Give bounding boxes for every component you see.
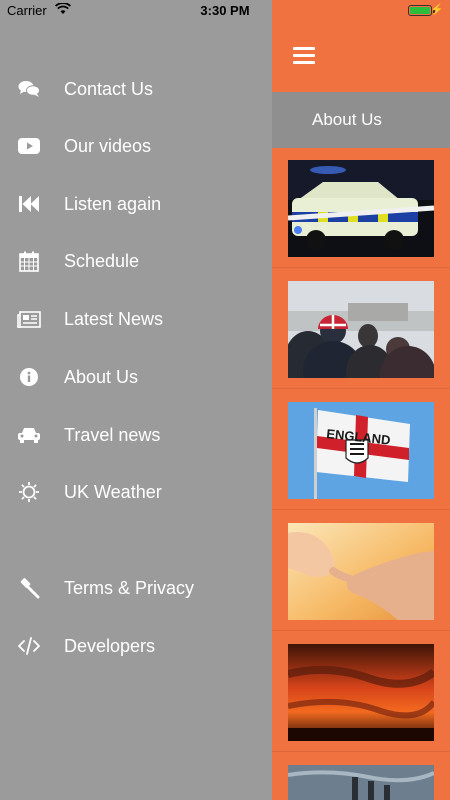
car-icon [17, 423, 41, 447]
menu-item-label: Listen again [64, 193, 162, 214]
clock: 3:30 PM [200, 3, 250, 18]
divider [272, 509, 450, 510]
thumbnail-police-car[interactable] [288, 160, 434, 257]
calendar-icon [17, 249, 41, 273]
menu-item-label: UK Weather [64, 481, 162, 502]
thumbnail-sea-groyne[interactable] [288, 765, 434, 800]
section-header: About Us [272, 92, 450, 148]
hamburger-menu-icon[interactable] [293, 47, 315, 65]
menu-item-about-us[interactable]: About Us [0, 355, 272, 399]
menu-item-developers[interactable]: Developers [0, 624, 272, 668]
side-menu: Contact Us Our videos Listen again Sched… [0, 0, 272, 800]
charging-icon: ⚡ [430, 4, 444, 16]
divider [272, 388, 450, 389]
thumbnail-england-flag[interactable]: ENGLAND [288, 402, 434, 499]
divider [272, 630, 450, 631]
menu-item-travel-news[interactable]: Travel news [0, 413, 272, 457]
menu-item-label: Developers [64, 635, 156, 656]
code-icon [17, 634, 41, 658]
battery-icon [408, 5, 435, 16]
menu-item-listen-again[interactable]: Listen again [0, 182, 272, 226]
thumbnail-sunset-sky[interactable] [288, 644, 434, 741]
top-bar [272, 22, 450, 92]
thumbnail-crowd[interactable] [288, 281, 434, 378]
youtube-icon [17, 134, 41, 158]
gavel-icon [17, 576, 41, 600]
menu-item-label: Contact Us [64, 78, 154, 99]
section-title: About Us [312, 110, 382, 129]
rewind-icon [17, 192, 41, 216]
menu-item-terms-privacy[interactable]: Terms & Privacy [0, 566, 272, 610]
divider [272, 751, 450, 752]
menu-item-schedule[interactable]: Schedule [0, 239, 272, 283]
thumbnail-hands[interactable] [288, 523, 434, 620]
chat-icon [17, 77, 41, 101]
menu-item-label: Our videos [64, 135, 152, 156]
menu-item-contact-us[interactable]: Contact Us [0, 67, 272, 111]
sun-icon [17, 480, 41, 504]
menu-item-label: Travel news [64, 424, 161, 445]
menu-item-label: About Us [64, 366, 139, 387]
info-icon [17, 365, 41, 389]
menu-item-label: Terms & Privacy [64, 577, 195, 598]
menu-item-label: Schedule [64, 250, 140, 271]
menu-item-our-videos[interactable]: Our videos [0, 124, 272, 168]
menu-item-label: Latest News [64, 308, 164, 329]
newspaper-icon [17, 307, 41, 331]
menu-item-uk-weather[interactable]: UK Weather [0, 470, 272, 514]
divider [272, 267, 450, 268]
status-bar: Carrier 3:30 PM ⚡ [0, 0, 450, 22]
content-panel: About Us ENGLAND [272, 0, 450, 800]
menu-item-latest-news[interactable]: Latest News [0, 297, 272, 341]
